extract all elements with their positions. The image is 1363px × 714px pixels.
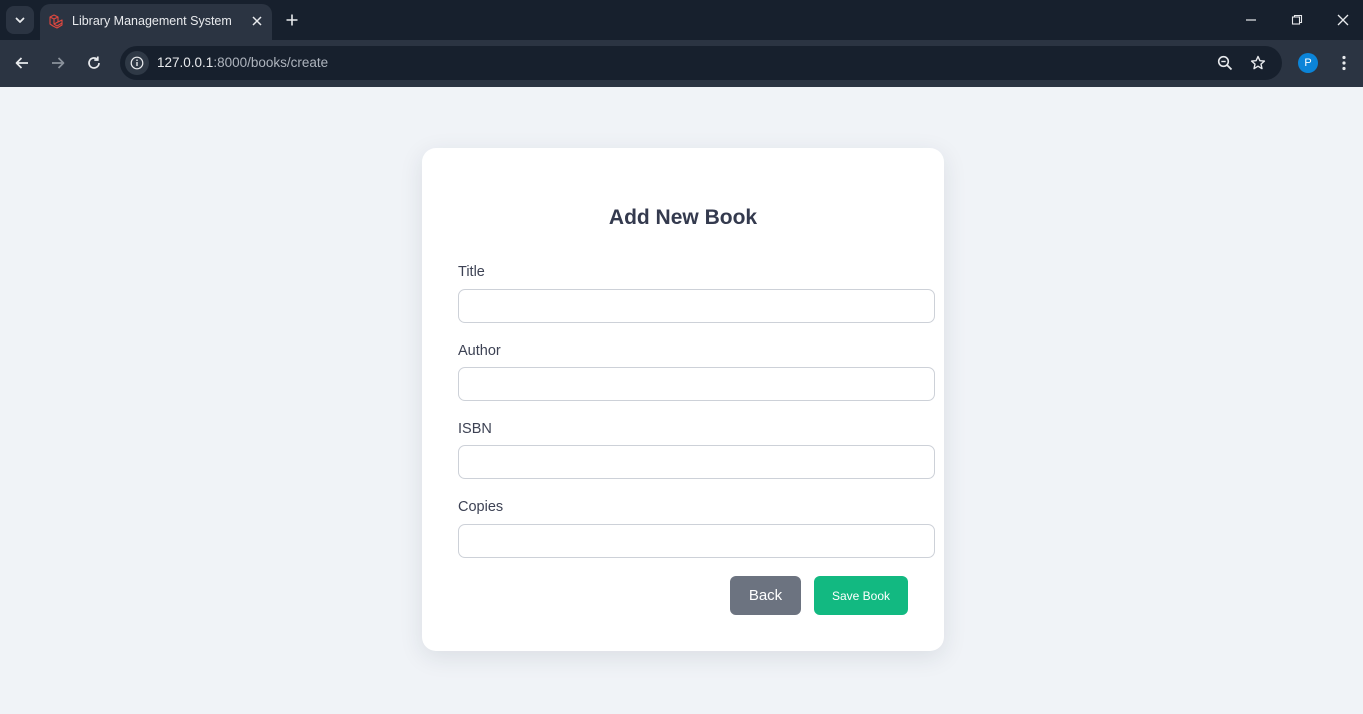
page-title: Add New Book bbox=[608, 206, 758, 229]
info-icon bbox=[130, 56, 144, 70]
forward-nav-button[interactable] bbox=[46, 51, 70, 75]
author-label: Author bbox=[458, 343, 501, 359]
restore-button[interactable] bbox=[1285, 8, 1309, 32]
back-button[interactable]: Back bbox=[730, 576, 801, 615]
new-tab-button[interactable] bbox=[282, 10, 302, 30]
tab-title: Library Management System bbox=[72, 14, 232, 28]
browser-toolbar: 127.0.0.1:8000/books/create P bbox=[0, 40, 1363, 87]
restore-icon bbox=[1291, 14, 1303, 25]
title-input[interactable] bbox=[458, 289, 935, 323]
minimize-icon bbox=[1246, 19, 1256, 21]
isbn-input[interactable] bbox=[458, 445, 935, 479]
close-icon bbox=[252, 16, 262, 26]
site-info-button[interactable] bbox=[125, 51, 149, 75]
add-book-card: Add New Book Title Author ISBN Copies Ba… bbox=[422, 148, 944, 651]
arrow-right-icon bbox=[52, 57, 65, 69]
profile-avatar[interactable]: P bbox=[1298, 53, 1318, 73]
close-icon bbox=[1337, 14, 1349, 26]
save-book-button[interactable]: Save Book bbox=[814, 576, 908, 615]
tab-search-button[interactable] bbox=[6, 6, 34, 34]
isbn-label: ISBN bbox=[458, 421, 492, 437]
close-window-button[interactable] bbox=[1331, 8, 1355, 32]
url-host: 127.0.0.1 bbox=[157, 55, 214, 70]
laravel-logo-icon bbox=[49, 14, 63, 29]
address-bar[interactable]: 127.0.0.1:8000/books/create bbox=[120, 46, 1282, 80]
url-path: :8000/books/create bbox=[213, 55, 329, 70]
browser-tab-bar: Library Management System bbox=[0, 0, 1363, 40]
back-nav-button[interactable] bbox=[10, 51, 34, 75]
plus-icon bbox=[286, 14, 298, 26]
zoom-out-icon bbox=[1217, 55, 1233, 71]
copies-input[interactable] bbox=[458, 524, 935, 558]
bookmark-button[interactable] bbox=[1247, 52, 1269, 74]
minimize-button[interactable] bbox=[1239, 8, 1263, 32]
url-text: 127.0.0.1:8000/books/create bbox=[157, 55, 328, 70]
copies-label: Copies bbox=[458, 499, 504, 515]
star-icon bbox=[1250, 55, 1266, 70]
browser-menu-button[interactable] bbox=[1334, 52, 1354, 74]
chevron-down-icon bbox=[15, 17, 25, 23]
reload-icon bbox=[88, 56, 100, 69]
zoom-button[interactable] bbox=[1214, 52, 1236, 74]
more-vertical-icon bbox=[1342, 55, 1346, 71]
browser-tab[interactable]: Library Management System bbox=[40, 4, 272, 40]
arrow-left-icon bbox=[15, 57, 28, 69]
author-input[interactable] bbox=[458, 367, 935, 401]
tab-close-button[interactable] bbox=[248, 12, 266, 30]
reload-button[interactable] bbox=[82, 51, 106, 75]
title-label: Title bbox=[458, 264, 485, 280]
